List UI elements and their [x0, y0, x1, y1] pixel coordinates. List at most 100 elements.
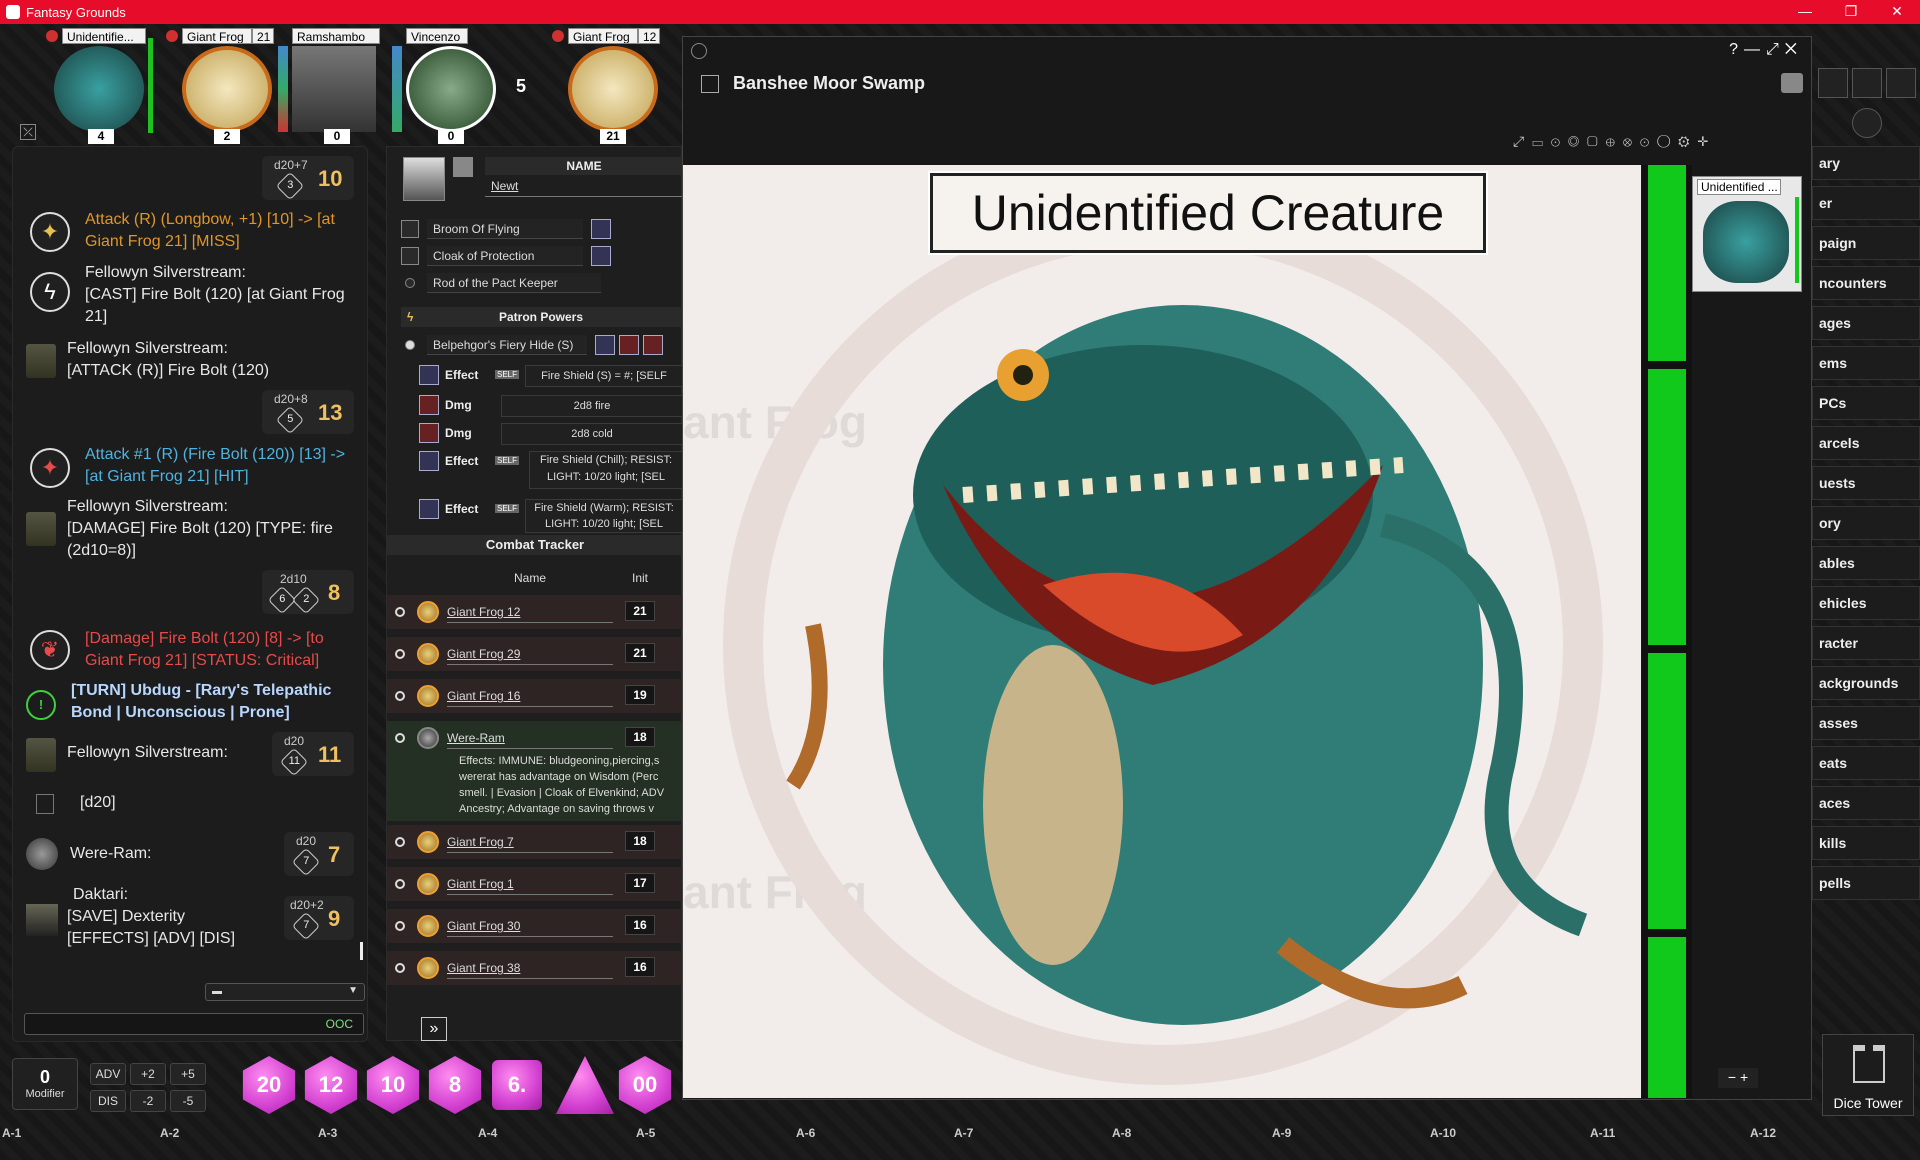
active-dot[interactable]	[395, 879, 405, 889]
damage-icon[interactable]	[419, 395, 439, 415]
ct-row-were-ram[interactable]: Were-Ram 18 Effects: IMMUNE: bludgeoning…	[387, 721, 683, 821]
power-action[interactable]: Effect SELF Fire Shield (Chill); RESIST:…	[419, 451, 683, 491]
ct-row[interactable]: Giant Frog 12 21	[387, 595, 683, 629]
image-toolbar[interactable]: ⤢▭⊙◎▢⊕⊗⊙◯⚙✛	[1513, 133, 1803, 153]
minus5-button[interactable]: -5	[170, 1090, 206, 1112]
inventory-item[interactable]: Broom Of Flying	[401, 217, 681, 241]
link-icon[interactable]	[691, 43, 707, 59]
sidebar-parcels[interactable]: arcels	[1812, 426, 1920, 460]
wand-icon[interactable]	[401, 247, 419, 265]
portrait-unidentified[interactable]: Unidentifie... 4	[46, 28, 153, 144]
next-turn-button[interactable]: »	[421, 1017, 447, 1041]
ct-row[interactable]: Giant Frog 38 16	[387, 951, 683, 985]
sidebar-quests[interactable]: uests	[1812, 466, 1920, 500]
ct-row[interactable]: Giant Frog 29 21	[387, 637, 683, 671]
damage-icon[interactable]	[419, 423, 439, 443]
adv-button[interactable]: ADV	[90, 1063, 126, 1085]
d6-die[interactable]: 6.	[492, 1060, 542, 1110]
bolt-icon[interactable]	[643, 335, 663, 355]
sidebar-library[interactable]: ary	[1812, 146, 1920, 180]
sidebar-classes[interactable]: asses	[1812, 706, 1920, 740]
sidebar-backgrounds[interactable]: ackgrounds	[1812, 666, 1920, 700]
zoom-controls[interactable]: − +	[1718, 1068, 1758, 1088]
sidebar-races[interactable]: aces	[1812, 786, 1920, 820]
sidebar-images[interactable]: ages	[1812, 306, 1920, 340]
power-prep-dot[interactable]	[405, 340, 415, 350]
sidebar-items[interactable]: ems	[1812, 346, 1920, 380]
user-icon[interactable]	[595, 335, 615, 355]
sidebar-campaign[interactable]: paign	[1812, 226, 1920, 260]
radio-icon[interactable]	[405, 278, 415, 288]
window-controls[interactable]: ?—⤢✕	[1729, 41, 1803, 59]
speaker-avatar	[26, 344, 56, 378]
dice-icon[interactable]	[1886, 68, 1916, 98]
portrait-vincenzo[interactable]: Vincenzo 0	[392, 28, 498, 144]
character-portrait[interactable]	[403, 157, 445, 201]
ct-row[interactable]: Giant Frog 7 18	[387, 825, 683, 859]
active-dot[interactable]	[395, 649, 405, 659]
power-action[interactable]: Dmg 2d8 cold	[419, 423, 683, 447]
active-dot[interactable]	[395, 607, 405, 617]
collapse-icon[interactable]: ⤫	[20, 124, 36, 140]
bolt-icon[interactable]	[619, 335, 639, 355]
token-icon[interactable]	[453, 157, 473, 177]
sidebar-spells[interactable]: pells	[1812, 866, 1920, 900]
image-canvas[interactable]: ant Frog ant Frog	[683, 165, 1641, 1098]
sidebar-npcs[interactable]: PCs	[1812, 386, 1920, 420]
chat-mode-select[interactable]: ▬ ▼	[205, 983, 365, 1001]
plus2-button[interactable]: +2	[130, 1063, 166, 1085]
user-icon[interactable]	[591, 246, 611, 266]
effect-icon[interactable]	[419, 499, 439, 519]
effect-icon[interactable]	[419, 365, 439, 385]
effect-icon[interactable]	[419, 451, 439, 471]
skull-icon	[46, 30, 58, 42]
portrait-giant-frog[interactable]: Giant Frog 21 2	[166, 28, 276, 144]
ct-row[interactable]: Giant Frog 16 19	[387, 679, 683, 713]
portrait-number: 0	[438, 129, 464, 144]
search-icon[interactable]	[1818, 68, 1848, 98]
plus5-button[interactable]: +5	[170, 1063, 206, 1085]
modifier-box[interactable]: 0 Modifier	[12, 1058, 78, 1110]
attack-icon: ✦	[30, 212, 70, 252]
creature-token[interactable]: Unidentified ...	[1692, 176, 1802, 292]
dice-tower[interactable]: Dice Tower	[1822, 1034, 1914, 1116]
sidebar-item[interactable]: er	[1812, 186, 1920, 220]
calendar-icon[interactable]	[1852, 68, 1882, 98]
character-name[interactable]: Newt	[485, 179, 683, 197]
active-dot[interactable]	[395, 921, 405, 931]
sidebar-feats[interactable]: eats	[1812, 746, 1920, 780]
power-action[interactable]: Effect SELF Fire Shield (Warm); RESIST: …	[419, 499, 683, 535]
chat-input[interactable]: OOC	[24, 1013, 364, 1035]
sidebar-vehicles[interactable]: ehicles	[1812, 586, 1920, 620]
dis-button[interactable]: DIS	[90, 1090, 126, 1112]
chat-message: Daktari: [SAVE] Dexterity [EFFECTS] [ADV…	[67, 886, 236, 947]
active-dot[interactable]	[395, 837, 405, 847]
sidebar-tables[interactable]: ables	[1812, 546, 1920, 580]
inventory-item[interactable]: Rod of the Pact Keeper	[401, 271, 681, 295]
sidebar-skills[interactable]: kills	[1812, 826, 1920, 860]
chat-scrollbar[interactable]	[360, 942, 363, 960]
active-dot[interactable]	[395, 963, 405, 973]
restore-icon[interactable]: ❐	[1828, 0, 1874, 24]
power-action[interactable]: Dmg 2d8 fire	[419, 395, 683, 419]
gear-icon[interactable]	[1852, 108, 1882, 138]
power-action[interactable]: Effect SELF Fire Shield (S) = #; [SELF	[419, 365, 683, 389]
inventory-item[interactable]: Cloak of Protection	[401, 244, 681, 268]
minus2-button[interactable]: -2	[130, 1090, 166, 1112]
sidebar-character[interactable]: racter	[1812, 626, 1920, 660]
ct-row[interactable]: Giant Frog 1 17	[387, 867, 683, 901]
wand-icon[interactable]	[401, 220, 419, 238]
power-row[interactable]: Belpehgor's Fiery Hide (S)	[401, 333, 681, 357]
user-icon[interactable]	[591, 219, 611, 239]
sidebar-story[interactable]: ory	[1812, 506, 1920, 540]
portrait-giant-frog-12[interactable]: Giant Frog 12 21	[550, 28, 666, 144]
close-icon[interactable]: ✕	[1874, 0, 1920, 24]
minimize-icon[interactable]: —	[1782, 0, 1828, 24]
active-dot[interactable]	[395, 691, 405, 701]
portrait-ramshambo[interactable]: Ramshambo 0	[278, 28, 384, 144]
active-dot[interactable]	[395, 733, 405, 743]
sidebar-encounters[interactable]: ncounters	[1812, 266, 1920, 300]
ooc-toggle[interactable]: OOC	[326, 1017, 353, 1031]
chat-icon[interactable]	[1781, 73, 1803, 93]
ct-row[interactable]: Giant Frog 30 16	[387, 909, 683, 943]
